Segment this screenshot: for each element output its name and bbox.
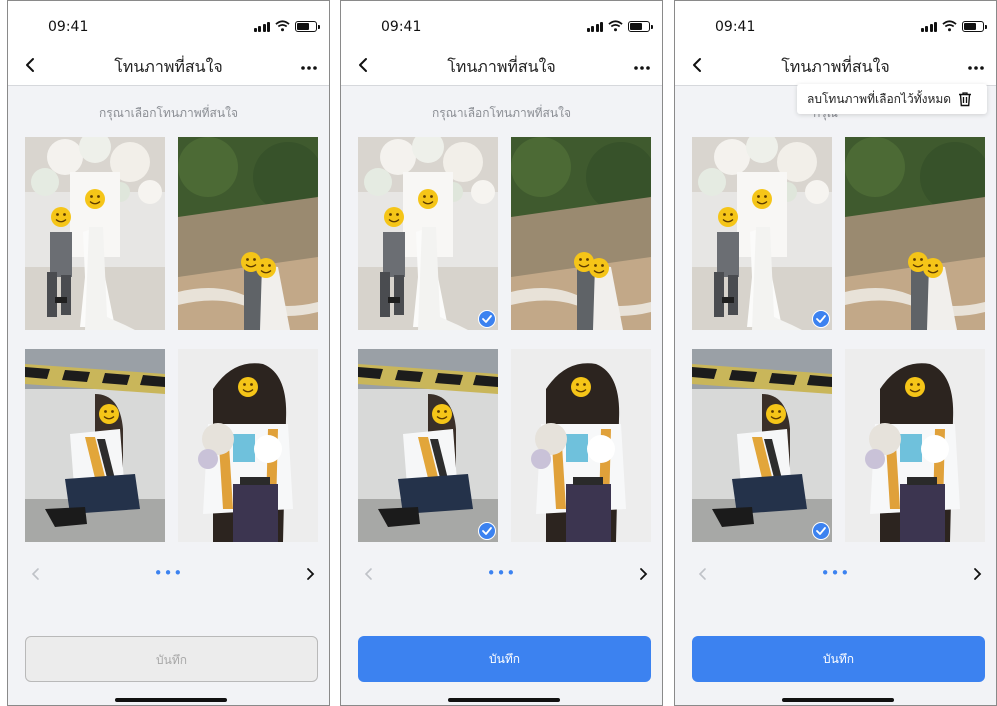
tone-photo-bouquet[interactable] (178, 349, 318, 542)
nav-bar: โทนภาพที่สนใจ (341, 46, 662, 86)
signal-icon (253, 21, 270, 32)
wifi-icon (275, 20, 290, 32)
page-indicator: ••• (486, 564, 517, 582)
more-options-icon[interactable] (964, 54, 988, 78)
battery-icon (962, 21, 987, 32)
tone-photo-beach[interactable] (845, 137, 985, 330)
page-indicator: ••• (820, 564, 851, 582)
selected-check-icon (812, 310, 830, 328)
prev-page-icon[interactable] (694, 565, 712, 583)
battery-icon (628, 21, 653, 32)
tone-photo-bouquet[interactable] (511, 349, 651, 542)
next-page-icon[interactable] (301, 565, 319, 583)
status-bar: 09:41 (675, 1, 996, 46)
selected-check-icon (478, 310, 496, 328)
battery-icon (295, 21, 320, 32)
next-page-icon[interactable] (634, 565, 652, 583)
pager: ••• (8, 563, 329, 587)
screen-none-selected: 09:41 โทนภาพที่สนใจ กรุณาเลือกโทนภาพที่ส… (7, 0, 330, 706)
status-bar: 09:41 (341, 1, 662, 46)
status-time: 09:41 (715, 19, 756, 35)
pager: ••• (341, 563, 662, 587)
wifi-icon (608, 20, 623, 32)
home-indicator (115, 698, 227, 702)
save-button-disabled[interactable]: บันทึก (25, 636, 318, 682)
save-button[interactable]: บันทึก (358, 636, 651, 682)
next-page-icon[interactable] (968, 565, 986, 583)
pager: ••• (675, 563, 996, 587)
prev-page-icon[interactable] (27, 565, 45, 583)
screen-two-selected: 09:41 โทนภาพที่สนใจ กรุณาเลือกโทนภาพที่ส… (340, 0, 663, 706)
more-options-icon[interactable] (630, 54, 654, 78)
instruction-text: กรุณาเลือกโทนภาพที่สนใจ (432, 106, 571, 120)
signal-icon (586, 21, 603, 32)
status-time: 09:41 (381, 19, 422, 35)
tone-photo-beach[interactable] (178, 137, 318, 330)
tone-photo-crouch[interactable] (358, 349, 498, 542)
screen-menu-open: 09:41 โทนภาพที่สนใจ กรุณ ••• บันทึก ลบโท… (674, 0, 997, 706)
tone-photo-crouch[interactable] (692, 349, 832, 542)
signal-icon (920, 21, 937, 32)
save-button[interactable]: บันทึก (692, 636, 985, 682)
tone-photo-bouquet[interactable] (845, 349, 985, 542)
prev-page-icon[interactable] (360, 565, 378, 583)
delete-all-menu-item[interactable]: ลบโทนภาพที่เลือกไว้ทั้งหมด (797, 84, 987, 114)
more-options-icon[interactable] (297, 54, 321, 78)
nav-bar: โทนภาพที่สนใจ (8, 46, 329, 86)
delete-all-label: ลบโทนภาพที่เลือกไว้ทั้งหมด (807, 91, 952, 106)
wifi-icon (942, 20, 957, 32)
trash-icon (959, 92, 972, 107)
tone-photo-wedding[interactable] (692, 137, 832, 330)
status-icons (253, 20, 320, 32)
home-indicator (448, 698, 560, 702)
selected-check-icon (812, 522, 830, 540)
home-indicator (782, 698, 894, 702)
status-icons (920, 20, 987, 32)
nav-bar: โทนภาพที่สนใจ (675, 46, 996, 86)
instruction-text: กรุณาเลือกโทนภาพที่สนใจ (99, 106, 238, 120)
status-time: 09:41 (48, 19, 89, 35)
status-bar: 09:41 (8, 1, 329, 46)
tone-photo-wedding[interactable] (358, 137, 498, 330)
tone-photo-crouch[interactable] (25, 349, 165, 542)
tone-photo-beach[interactable] (511, 137, 651, 330)
page-title: โทนภาพที่สนใจ (114, 57, 223, 76)
page-title: โทนภาพที่สนใจ (781, 57, 890, 76)
status-icons (586, 20, 653, 32)
page-title: โทนภาพที่สนใจ (447, 57, 556, 76)
selected-check-icon (478, 522, 496, 540)
tone-photo-wedding[interactable] (25, 137, 165, 330)
page-indicator: ••• (153, 564, 184, 582)
